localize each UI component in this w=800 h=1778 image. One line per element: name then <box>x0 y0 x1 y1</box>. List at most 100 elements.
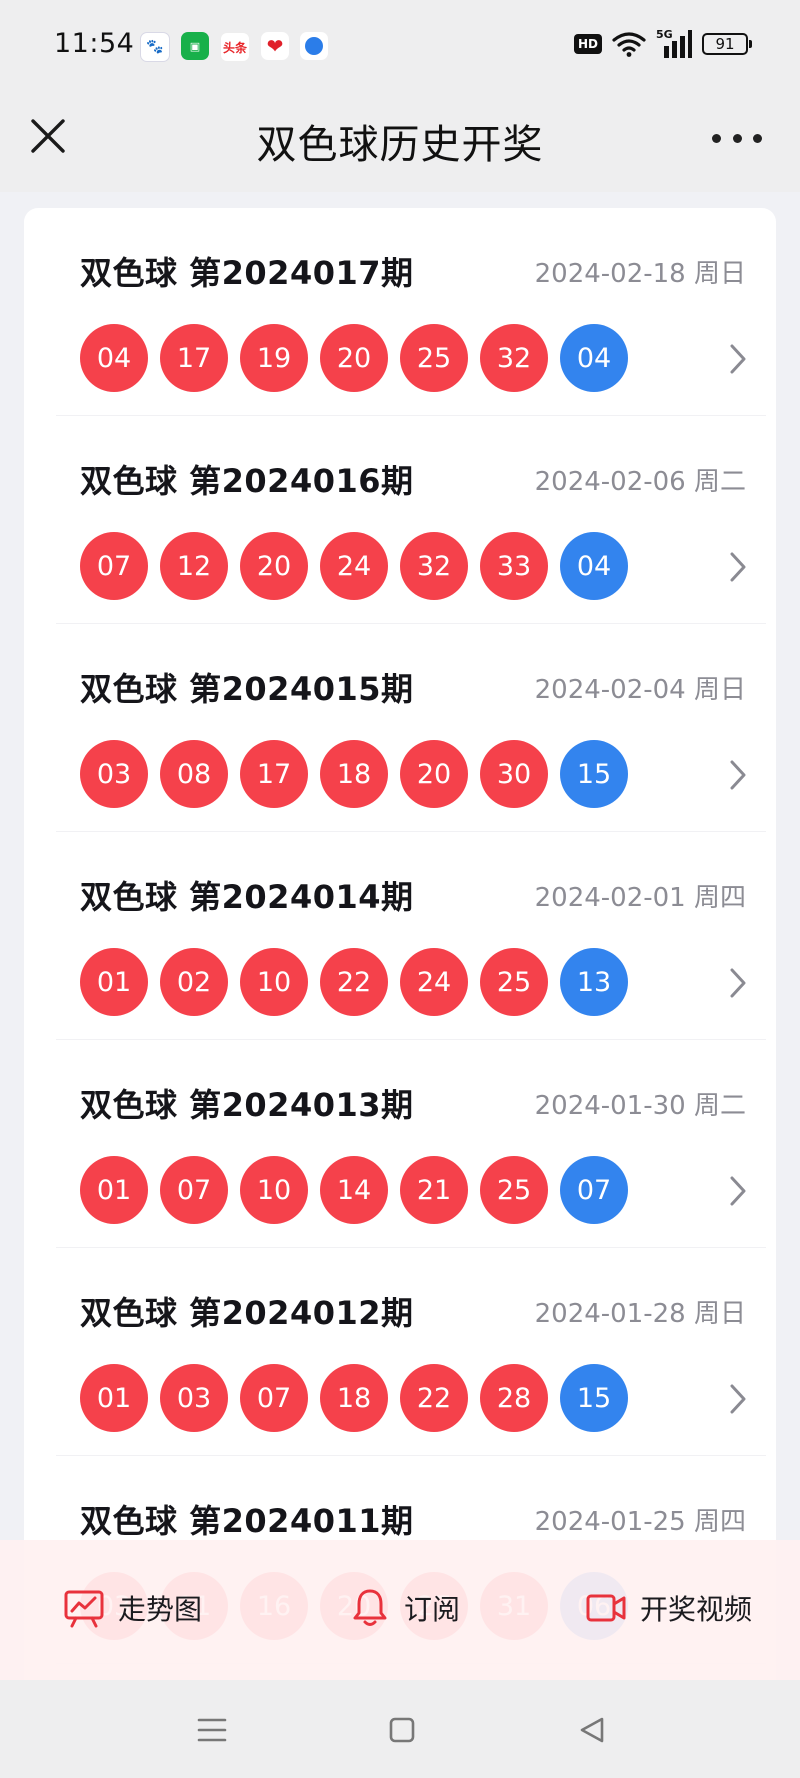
red-ball: 10 <box>240 1156 308 1224</box>
red-ball: 33 <box>480 532 548 600</box>
draw-video-label: 开奖视频 <box>640 1593 753 1626</box>
more-dot-icon <box>753 133 762 143</box>
red-ball: 18 <box>320 740 388 808</box>
battery-icon: 91 <box>702 33 752 55</box>
red-ball: 28 <box>480 1364 548 1432</box>
draw-list-item[interactable]: 双色球 第2024013期 2024-01-30 周二 01 07 10 14 21 25 07 <box>56 1040 766 1248</box>
notification-icons: 🐾 ▣ 头条 ❤ <box>140 32 328 62</box>
trend-chart-label: 走势图 <box>118 1593 203 1626</box>
chevron-right-icon <box>730 1384 746 1414</box>
toutiao-icon: 头条 <box>220 32 250 62</box>
red-ball: 24 <box>320 532 388 600</box>
chevron-right-icon <box>730 760 746 790</box>
header: 双色球历史开奖 <box>0 92 800 192</box>
bell-icon <box>353 1589 387 1626</box>
winning-numbers: 04 17 19 20 25 32 04 <box>80 324 628 392</box>
red-ball: 08 <box>160 740 228 808</box>
network-type: 5G <box>656 28 673 41</box>
chevron-right-icon <box>730 968 746 998</box>
signal-icon: 5G <box>656 28 692 58</box>
red-ball: 07 <box>240 1364 308 1432</box>
draw-period-name: 双色球 第2024014期 <box>80 878 414 916</box>
draw-list-item[interactable]: 双色球 第2024015期 2024-02-04 周日 03 08 17 18 20 30 15 <box>56 624 766 832</box>
system-icons: HD 5G 91 <box>573 28 752 58</box>
more-button[interactable] <box>712 128 762 148</box>
winning-numbers: 01 02 10 22 24 25 13 <box>80 948 628 1016</box>
status-time: 11:54 <box>54 28 135 59</box>
back-nav-button[interactable] <box>574 1712 610 1748</box>
heart-app-icon: ❤ <box>261 32 289 60</box>
home-nav-button[interactable] <box>384 1712 420 1748</box>
blue-ball: 13 <box>560 948 628 1016</box>
draw-period-name: 双色球 第2024012期 <box>80 1294 414 1332</box>
red-ball: 17 <box>160 324 228 392</box>
red-ball: 03 <box>160 1364 228 1432</box>
blue-ball: 15 <box>560 740 628 808</box>
red-ball: 02 <box>160 948 228 1016</box>
winning-numbers: 07 12 20 24 32 33 04 <box>80 532 628 600</box>
draw-date: 2024-02-06 周二 <box>534 467 746 497</box>
draw-period-name: 双色球 第2024016期 <box>80 462 414 500</box>
red-ball: 17 <box>240 740 308 808</box>
red-ball: 21 <box>400 1156 468 1224</box>
more-dot-icon <box>712 133 721 143</box>
draw-video-button[interactable]: 开奖视频 <box>584 1586 752 1630</box>
trend-chart-icon <box>64 1590 104 1628</box>
draw-period-name: 双色球 第2024017期 <box>80 254 414 292</box>
draw-date: 2024-01-25 周四 <box>534 1507 746 1537</box>
video-camera-icon <box>586 1594 626 1622</box>
red-ball: 25 <box>480 1156 548 1224</box>
hd-icon: HD <box>573 34 602 54</box>
red-ball: 24 <box>400 948 468 1016</box>
red-ball: 19 <box>240 324 308 392</box>
blue-app-icon <box>300 32 328 60</box>
blue-ball: 04 <box>560 324 628 392</box>
draw-date: 2024-01-30 周二 <box>534 1091 746 1121</box>
more-dot-icon <box>732 133 742 143</box>
red-ball: 01 <box>80 1156 148 1224</box>
red-ball: 25 <box>480 948 548 1016</box>
red-ball: 20 <box>320 324 388 392</box>
chevron-right-icon <box>730 552 746 582</box>
back-triangle-icon <box>580 1717 604 1743</box>
green-app-icon: ▣ <box>181 32 209 60</box>
draw-date: 2024-02-04 周日 <box>534 675 746 705</box>
red-ball: 07 <box>160 1156 228 1224</box>
red-ball: 07 <box>80 532 148 600</box>
menu-icon <box>197 1718 227 1742</box>
red-ball: 14 <box>320 1156 388 1224</box>
winning-numbers: 01 07 10 14 21 25 07 <box>80 1156 628 1224</box>
trend-chart-button[interactable]: 走势图 <box>62 1586 202 1630</box>
red-ball: 22 <box>320 948 388 1016</box>
draw-list-item[interactable]: 双色球 第2024016期 2024-02-06 周二 07 12 20 24 32 33 04 <box>56 416 766 624</box>
draw-history-content[interactable]: 双色球 第2024017期 2024-02-18 周日 04 17 19 20 25 32 04… <box>0 192 800 1680</box>
draw-period-name: 双色球 第2024015期 <box>80 670 414 708</box>
red-ball: 32 <box>400 532 468 600</box>
draw-list-item[interactable]: 双色球 第2024017期 2024-02-18 周日 04 17 19 20 25 32 04 <box>56 208 766 416</box>
red-ball: 25 <box>400 324 468 392</box>
draw-list-item[interactable]: 双色球 第2024014期 2024-02-01 周四 01 02 10 22 24 25 13 <box>56 832 766 1040</box>
wifi-icon <box>612 32 646 57</box>
draw-date: 2024-01-28 周日 <box>534 1299 746 1329</box>
battery-level: 91 <box>715 35 735 53</box>
draw-list-card: 双色球 第2024017期 2024-02-18 周日 04 17 19 20 25 32 04… <box>24 208 776 1680</box>
red-ball: 18 <box>320 1364 388 1432</box>
draw-list-item[interactable]: 双色球 第2024012期 2024-01-28 周日 01 03 07 18 22 28 15 <box>56 1248 766 1456</box>
home-square-icon <box>389 1717 415 1743</box>
action-bar: 走势图 订阅 开奖视频 <box>0 1540 800 1680</box>
red-ball: 01 <box>80 1364 148 1432</box>
blue-ball: 07 <box>560 1156 628 1224</box>
draw-period-name: 双色球 第2024011期 <box>80 1502 414 1540</box>
red-ball: 20 <box>400 740 468 808</box>
draw-list: 双色球 第2024017期 2024-02-18 周日 04 17 19 20 25 32 04… <box>56 208 766 1664</box>
red-ball: 22 <box>400 1364 468 1432</box>
blue-ball: 15 <box>560 1364 628 1432</box>
red-ball: 10 <box>240 948 308 1016</box>
chevron-right-icon <box>730 344 746 374</box>
draw-date: 2024-02-01 周四 <box>534 883 746 913</box>
red-ball: 01 <box>80 948 148 1016</box>
red-ball: 12 <box>160 532 228 600</box>
menu-nav-button[interactable] <box>194 1712 230 1748</box>
subscribe-button[interactable]: 订阅 <box>348 1586 460 1630</box>
red-ball: 32 <box>480 324 548 392</box>
